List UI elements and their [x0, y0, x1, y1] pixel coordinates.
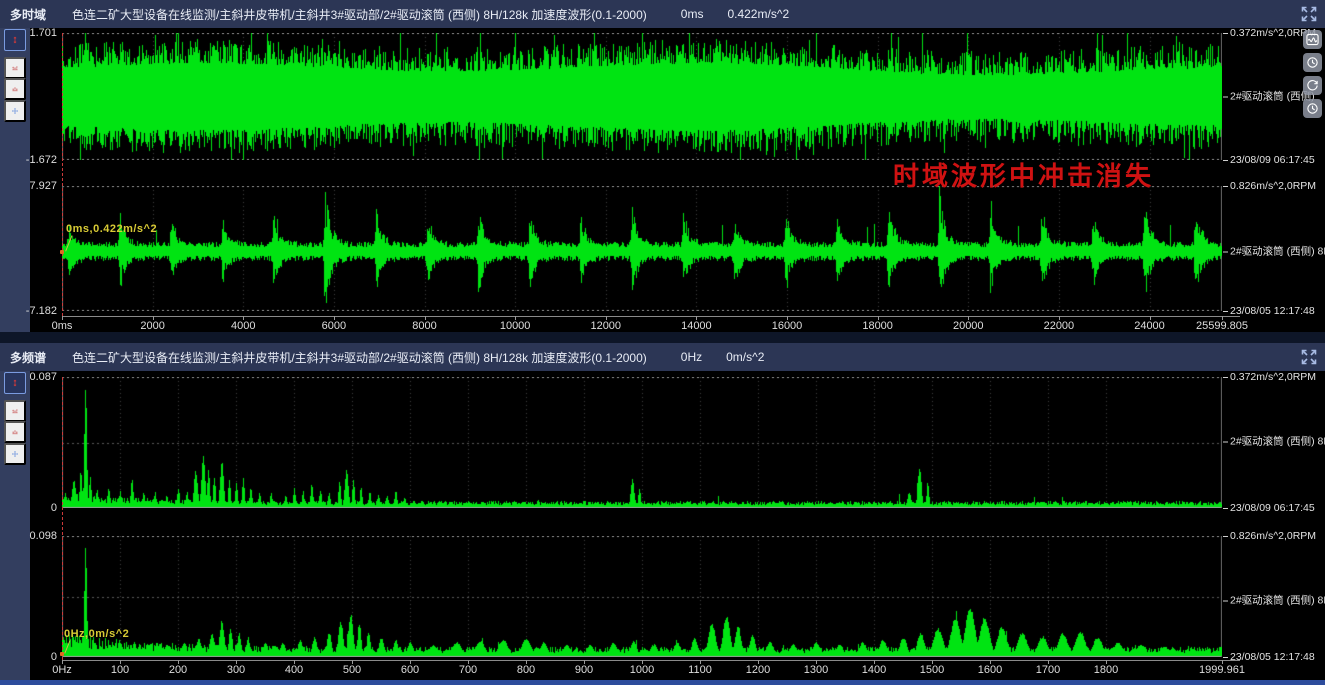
spectrum-panel: 多频谱 色连二矿大型设备在线监测/主斜井皮带机/主斜井3#驱动部/2#驱动滚筒 … [0, 343, 1325, 680]
window-bottom-bar [0, 680, 1325, 685]
x-tick-label: 20000 [953, 320, 984, 332]
x-tick-label: 1100 [688, 664, 712, 676]
alert-annotation: 时域波形中冲击消失 [893, 156, 1154, 193]
x-tick-label: 1400 [862, 664, 886, 676]
cursor-x-readout: 0Hz [681, 350, 702, 364]
y-max-label: 1.701 [0, 27, 57, 39]
plot-body: 0.087 0 0.098 0 0.372m/s^2,0RPM 2#驱动滚筒 (… [0, 371, 1325, 680]
right-channel-label: 2#驱动滚筒 (西侧) 8H [1223, 593, 1325, 608]
measurement-path: 色连二矿大型设备在线监测/主斜井皮带机/主斜井3#驱动部/2#驱动滚筒 (西侧)… [72, 6, 647, 23]
cursor-annotation: 0Hz,0m/s^2 [64, 628, 129, 640]
panel-header: 多频谱 色连二矿大型设备在线监测/主斜井皮带机/主斜井3#驱动部/2#驱动滚筒 … [0, 343, 1325, 371]
cursor-x-readout: 0ms [681, 7, 704, 21]
x-tick-label: 400 [285, 664, 303, 676]
pan-move-icon[interactable] [4, 100, 26, 122]
spectrum-plot-1[interactable] [62, 377, 1222, 508]
x-tick-label: 1000 [630, 664, 654, 676]
x-tick-label: 1600 [978, 664, 1002, 676]
right-value-label: 0.372m/s^2,0RPM [1223, 371, 1316, 383]
cursor-line[interactable] [62, 377, 63, 660]
panel-title: 多时域 [10, 6, 46, 23]
measurement-path: 色连二矿大型设备在线监测/主斜井皮带机/主斜井3#驱动部/2#驱动滚筒 (西侧)… [72, 349, 647, 366]
x-axis: 0ms 2000 4000 6000 8000 10000 12000 14000 16000 1… [0, 316, 1325, 334]
x-tick-label: 500 [343, 664, 361, 676]
x-tick-label: 18000 [862, 320, 893, 332]
time-domain-panel: 多时域 色连二矿大型设备在线监测/主斜井皮带机/主斜井3#驱动部/2#驱动滚筒 … [0, 0, 1325, 332]
x-tick-label: 1999.961 [1199, 664, 1245, 676]
history2-icon[interactable] [1303, 99, 1322, 118]
history-icon[interactable] [1303, 53, 1322, 72]
harmonic-cursor-icon[interactable] [4, 421, 26, 443]
cursor-line[interactable] [62, 33, 63, 316]
right-channel-label: 2#驱动滚筒 (西侧) 8H [1223, 434, 1325, 449]
x-tick-label: 200 [169, 664, 187, 676]
time-waveform-plot-2[interactable] [62, 186, 1222, 311]
y-max-label: 7.927 [0, 180, 57, 192]
x-tick-label: 1200 [746, 664, 770, 676]
x-tick-label: 900 [575, 664, 593, 676]
right-time-label: 23/08/09 06:17:45 [1223, 502, 1315, 514]
expand-icon[interactable] [1300, 5, 1318, 23]
panel-header: 多时域 色连二矿大型设备在线监测/主斜井皮带机/主斜井3#驱动部/2#驱动滚筒 … [0, 0, 1325, 28]
x-tick-label: 100 [111, 664, 129, 676]
harmonic-cursor-icon[interactable] [4, 78, 26, 100]
cursor-y-readout: 0m/s^2 [726, 350, 764, 364]
panel-title: 多频谱 [10, 349, 46, 366]
right-channel-label: 2#驱动滚筒 (西侧) [1223, 89, 1315, 104]
right-channel-label: 2#驱动滚筒 (西侧) 8H [1223, 244, 1325, 259]
refresh-icon[interactable] [1303, 76, 1322, 95]
x-tick-label: 12000 [590, 320, 621, 332]
cursor-annotation: 0ms,0.422m/s^2 [66, 223, 157, 235]
cursor-marker-dot [60, 250, 64, 254]
x-tick-label: 8000 [412, 320, 436, 332]
x-tick-label: 25599.805 [1196, 320, 1248, 332]
time-waveform-plot-1[interactable] [62, 33, 1222, 160]
right-toolbar [1303, 30, 1322, 118]
expand-icon[interactable] [1300, 348, 1318, 366]
x-tick-label: 0ms [52, 320, 73, 332]
left-toolbar [0, 371, 30, 680]
x-tick-label: 10000 [500, 320, 531, 332]
x-tick-label: 300 [227, 664, 245, 676]
x-tick-label: 22000 [1044, 320, 1075, 332]
x-tick-label: 2000 [140, 320, 164, 332]
x-tick-label: 800 [517, 664, 535, 676]
x-tick-label: 0Hz [52, 664, 72, 676]
right-value-label: 0.826m/s^2,0RPM [1223, 530, 1316, 542]
x-tick-label: 16000 [772, 320, 803, 332]
multi-cursor-icon[interactable] [4, 57, 26, 79]
x-tick-label: 6000 [322, 320, 346, 332]
spectrum-plot-2[interactable] [62, 536, 1222, 657]
y-max-label: 0.098 [0, 530, 57, 542]
waveform-icon[interactable] [1303, 30, 1322, 49]
y-min-label: 0 [0, 502, 57, 514]
right-value-label: 0.826m/s^2,0RPM [1223, 180, 1316, 192]
multi-cursor-icon[interactable] [4, 400, 26, 422]
x-tick-label: 600 [401, 664, 419, 676]
y-max-label: 0.087 [0, 371, 57, 383]
x-tick-label: 4000 [231, 320, 255, 332]
plot-body: 1.701 -1.672 7.927 -7.182 0.372m/s^2,0RP… [0, 28, 1325, 332]
x-tick-label: 1800 [1094, 664, 1118, 676]
pan-move-icon[interactable] [4, 443, 26, 465]
x-tick-label: 700 [459, 664, 477, 676]
cursor-marker-dot [60, 652, 64, 656]
x-tick-label: 1700 [1036, 664, 1060, 676]
cursor-y-readout: 0.422m/s^2 [727, 7, 789, 21]
right-time-label: 23/08/09 06:17:45 [1223, 154, 1315, 166]
x-tick-label: 14000 [681, 320, 712, 332]
x-tick-label: 1300 [804, 664, 828, 676]
x-tick-label: 1500 [920, 664, 944, 676]
y-min-label: -1.672 [0, 154, 57, 166]
x-axis: 0Hz 100 200 300 400 500 600 700 800 900 1000 1100 12… [0, 660, 1325, 678]
x-tick-label: 24000 [1134, 320, 1165, 332]
